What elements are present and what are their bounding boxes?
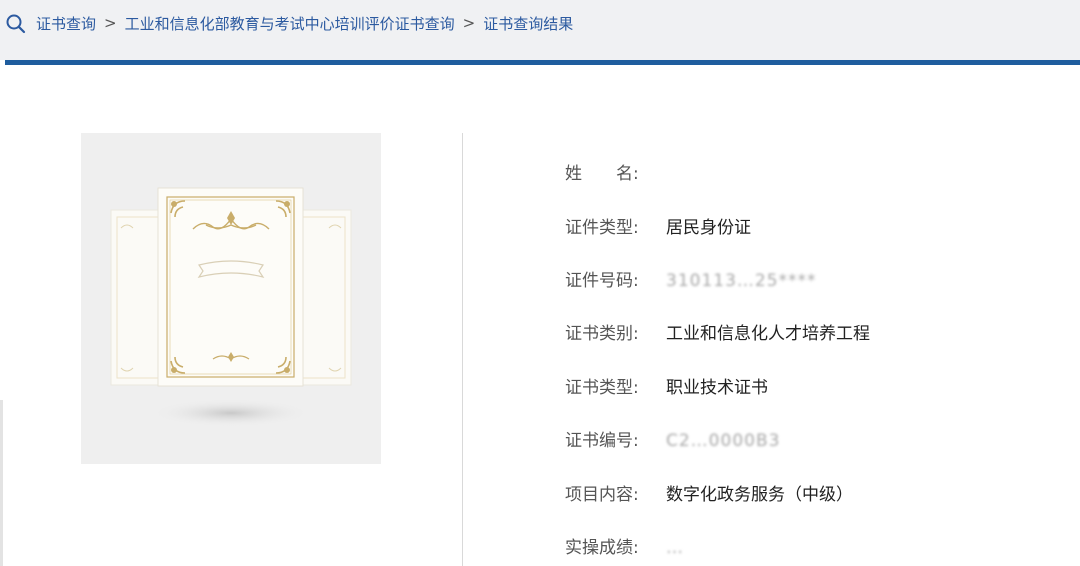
field-id-number: 证件号码: 310113…25**** — [565, 269, 1065, 293]
field-label: 证书编号: — [565, 431, 639, 451]
field-value: 工业和信息化人才培养工程 — [666, 324, 870, 344]
breadcrumb-item-query-result: 证书查询结果 — [483, 14, 574, 33]
certificate-illustration — [110, 187, 352, 427]
certificate-query-result-page: 证书查询 > 工业和信息化部教育与考试中心培训评价证书查询 > 证书查询结果 姓… — [0, 0, 1080, 566]
left-edge-shade — [0, 400, 3, 566]
field-label: 证书类别: — [565, 324, 639, 344]
field-id-type: 证件类型: 居民身份证 — [565, 216, 1065, 240]
field-label: 项目内容: — [565, 485, 639, 505]
breadcrumb-bar: 证书查询 > 工业和信息化部教育与考试中心培训评价证书查询 > 证书查询结果 — [0, 0, 1080, 60]
certificate-image-panel — [81, 133, 381, 464]
field-label: 证书类型: — [565, 378, 639, 398]
search-icon[interactable] — [5, 13, 27, 35]
field-value: 职业技术证书 — [666, 378, 768, 398]
breadcrumb: 证书查询 > 工业和信息化部教育与考试中心培训评价证书查询 > 证书查询结果 — [36, 12, 573, 34]
field-value: 数字化政务服务（中级） — [666, 485, 853, 505]
field-label: 实操成绩: — [565, 538, 639, 558]
field-label: 证件号码: — [565, 271, 639, 291]
field-value-redacted: C2…0000B3 — [666, 431, 781, 451]
breadcrumb-item-certificate-query[interactable]: 证书查询 — [36, 13, 96, 34]
breadcrumb-separator: > — [104, 14, 117, 32]
field-value: 居民身份证 — [666, 218, 751, 238]
field-label: 姓 名: — [565, 164, 639, 184]
breadcrumb-separator: > — [462, 14, 476, 32]
field-certificate-type: 证书类型: 职业技术证书 — [565, 376, 1065, 400]
breadcrumb-item-training-certificate-query[interactable]: 工业和信息化部教育与考试中心培训评价证书查询 — [125, 13, 455, 34]
vertical-divider — [462, 133, 463, 566]
header-divider — [5, 60, 1080, 65]
field-name: 姓 名: — [565, 162, 1065, 186]
field-value-redacted: 310113…25**** — [666, 271, 817, 291]
field-practical-score: 实操成绩: … — [565, 536, 1065, 560]
field-project-content: 项目内容: 数字化政务服务（中级） — [565, 483, 1065, 507]
field-value-redacted: … — [666, 538, 684, 558]
field-certificate-category: 证书类别: 工业和信息化人才培养工程 — [565, 322, 1065, 346]
field-certificate-number: 证书编号: C2…0000B3 — [565, 429, 1065, 453]
field-label: 证件类型: — [565, 218, 639, 238]
